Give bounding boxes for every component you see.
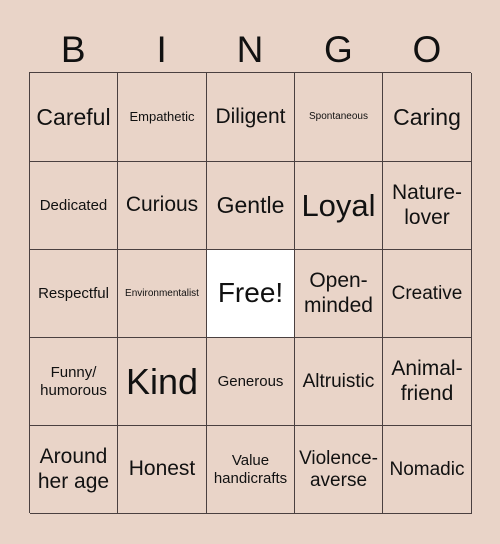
bingo-cell[interactable]: Diligent [207,73,295,162]
header-letter-o: O [412,29,442,70]
bingo-cell[interactable]: Value handicrafts [207,426,295,514]
bingo-cell[interactable]: Creative [383,250,472,338]
bingo-cell[interactable]: Around her age [30,426,118,514]
bingo-cell[interactable]: Caring [383,73,472,162]
bingo-cell[interactable]: Honest [118,426,207,514]
header-letter-b: B [60,29,86,70]
bingo-cell[interactable]: Loyal [295,162,383,250]
bingo-cell[interactable]: Spontaneous [295,73,383,162]
bingo-cell[interactable]: Careful [30,73,118,162]
bingo-cell[interactable]: Nature-lover [383,162,472,250]
bingo-cell[interactable]: Generous [207,338,295,426]
bingo-cell[interactable]: Kind [118,338,207,426]
bingo-cell[interactable]: Gentle [207,162,295,250]
bingo-cell[interactable]: Environmentalist [118,250,207,338]
bingo-cell[interactable]: Altruistic [295,338,383,426]
bingo-cell[interactable]: Dedicated [30,162,118,250]
bingo-cell[interactable]: Violence-averse [295,426,383,514]
bingo-cell[interactable]: Respectful [30,250,118,338]
bingo-cell[interactable]: Curious [118,162,207,250]
header-letter-n: N [236,29,264,70]
bingo-cell[interactable]: Open-minded [295,250,383,338]
bingo-grid: Careful Empathetic Diligent Spontaneous … [29,72,472,514]
header-letter-g: G [324,29,353,70]
bingo-header: B I N G O [29,28,471,72]
bingo-cell[interactable]: Funny/ humorous [30,338,118,426]
bingo-cell[interactable]: Nomadic [383,426,472,514]
bingo-cell[interactable]: Empathetic [118,73,207,162]
free-space-cell[interactable]: Free! [207,250,295,338]
header-letter-i: I [156,29,167,70]
bingo-cell[interactable]: Animal-friend [383,338,472,426]
